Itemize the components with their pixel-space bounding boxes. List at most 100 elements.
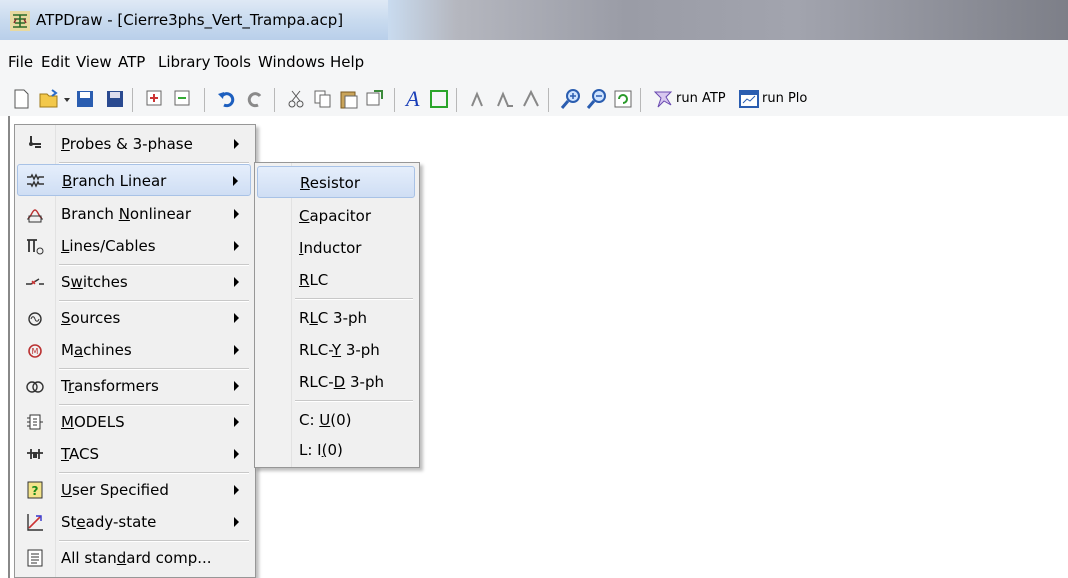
toolbar-separator [274,88,275,112]
menu-item-label: Machines [61,341,132,359]
menu-item-label: User Specified [61,481,169,499]
open-folder-icon[interactable] [38,88,60,110]
menu-item-label: Transformers [61,377,159,395]
submenu-item-label: RLC 3-ph [299,309,368,327]
menu-item-label: Sources [61,309,121,327]
all-components-icon [27,549,43,567]
toolbar-separator [548,88,549,112]
menu-item-lines-cables[interactable]: Lines/Cables [17,230,251,262]
submenu-arrow-icon [234,209,239,219]
menu-view[interactable]: View [76,53,112,71]
rectangle-tool-icon[interactable] [428,88,450,110]
submenu-separator [295,400,413,402]
submenu-item-capacitor[interactable]: Capacitor [257,200,415,232]
text-tool-icon[interactable]: A [406,86,419,112]
submenu-item-resistor[interactable]: Resistor [257,166,415,198]
menu-atp[interactable]: ATP [118,53,145,71]
submenu-item-inductor[interactable]: Inductor [257,232,415,264]
submenu-item-l-i0[interactable]: L: I(0) [257,434,415,466]
menu-item-all-standard[interactable]: All standard comp... [17,542,251,574]
menu-item-user-specified[interactable]: ? User Specified [17,474,251,506]
submenu-item-c-u0[interactable]: C: U(0) [257,404,415,436]
flip-icon[interactable] [494,88,516,110]
rotate-right-icon[interactable] [520,88,542,110]
user-specified-icon: ? [27,481,43,499]
submenu-arrow-icon [234,381,239,391]
submenu-item-label: L: I(0) [299,441,343,459]
zoom-in-icon[interactable] [560,88,582,110]
submenu-item-rlc-d-3ph[interactable]: RLC-D 3-ph [257,366,415,398]
submenu-arrow-icon [234,345,239,355]
submenu-item-rlc-3ph[interactable]: RLC 3-ph [257,302,415,334]
menu-bar: File Edit View ATP Library Tools Windows… [0,40,1068,81]
menu-item-tacs[interactable]: TACS [17,438,251,470]
run-atp-icon[interactable] [652,88,674,110]
submenu-arrow-icon [234,277,239,287]
svg-text:?: ? [32,484,39,498]
submenu-item-label: Resistor [300,174,361,192]
submenu-item-label: C: U(0) [299,411,352,429]
paste-icon[interactable] [338,88,360,110]
menu-item-sources[interactable]: Sources [17,302,251,334]
cut-icon[interactable] [286,88,308,110]
window-title: ATPDraw - [Cierre3phs_Vert_Trampa.acp] [36,11,344,29]
toolbar-separator [132,88,133,112]
import-icon[interactable] [144,88,166,110]
atpdraw-app-icon [10,11,30,31]
toolbar-separator [456,88,457,112]
menu-item-branch-nonlinear[interactable]: Branch Nonlinear [17,198,251,230]
duplicate-icon[interactable] [364,88,386,110]
menu-item-probes[interactable]: Probes & 3-phase [17,128,251,160]
menu-item-machines[interactable]: M Machines [17,334,251,366]
switch-icon [26,278,44,285]
run-plot-icon[interactable] [738,88,760,110]
branch-linear-submenu: Resistor Capacitor Inductor RLC RLC 3-ph… [254,162,420,468]
run-atp-label[interactable]: run ATP [676,91,726,106]
menu-item-label: MODELS [61,413,125,431]
redo-icon[interactable] [244,88,266,110]
workspace-border [8,116,10,578]
resistor-branch-icon [27,173,44,188]
submenu-item-label: RLC-D 3-ph [299,373,384,391]
menu-item-steady-state[interactable]: Steady-state [17,506,251,538]
menu-library[interactable]: Library [158,53,210,71]
submenu-item-label: RLC-Y 3-ph [299,341,380,359]
menu-item-branch-linear[interactable]: Branch Linear [17,164,251,196]
menu-windows[interactable]: Windows [258,53,325,71]
submenu-item-rlc[interactable]: RLC [257,264,415,296]
submenu-arrow-icon [233,176,238,186]
line-cable-icon [27,239,44,255]
menu-file[interactable]: File [8,53,33,71]
component-context-menu: Probes & 3-phase Branch Linear Branch No… [14,124,256,578]
save-icon[interactable] [74,88,96,110]
menu-item-switches[interactable]: Switches [17,266,251,298]
new-file-icon[interactable] [10,88,32,110]
run-plot-label[interactable]: run Plo [762,91,807,106]
submenu-arrow-icon [234,449,239,459]
export-icon[interactable] [172,88,194,110]
refresh-icon[interactable] [612,88,634,110]
tacs-icon [27,449,43,459]
menu-help[interactable]: Help [330,53,364,71]
transformer-icon [26,381,44,393]
menu-tools[interactable]: Tools [214,53,251,71]
rotate-left-icon[interactable] [468,88,490,110]
zoom-out-icon[interactable] [586,88,608,110]
copy-icon[interactable] [312,88,334,110]
submenu-arrow-icon [234,417,239,427]
nonlinear-branch-icon [27,209,43,223]
menu-item-label: Steady-state [61,513,157,531]
menu-edit[interactable]: Edit [41,53,70,71]
undo-icon[interactable] [216,88,238,110]
open-dropdown-icon[interactable] [62,88,72,110]
svg-text:M: M [32,347,39,356]
submenu-item-rlc-y-3ph[interactable]: RLC-Y 3-ph [257,334,415,366]
menu-item-models[interactable]: MODELS [17,406,251,438]
save-as-icon[interactable] [104,88,126,110]
menu-item-label: TACS [61,445,99,463]
menu-item-transformers[interactable]: Transformers [17,370,251,402]
submenu-item-label: Inductor [299,239,362,257]
toolbar-separator [640,88,641,112]
submenu-arrow-icon [234,485,239,495]
machine-icon: M [28,344,42,358]
